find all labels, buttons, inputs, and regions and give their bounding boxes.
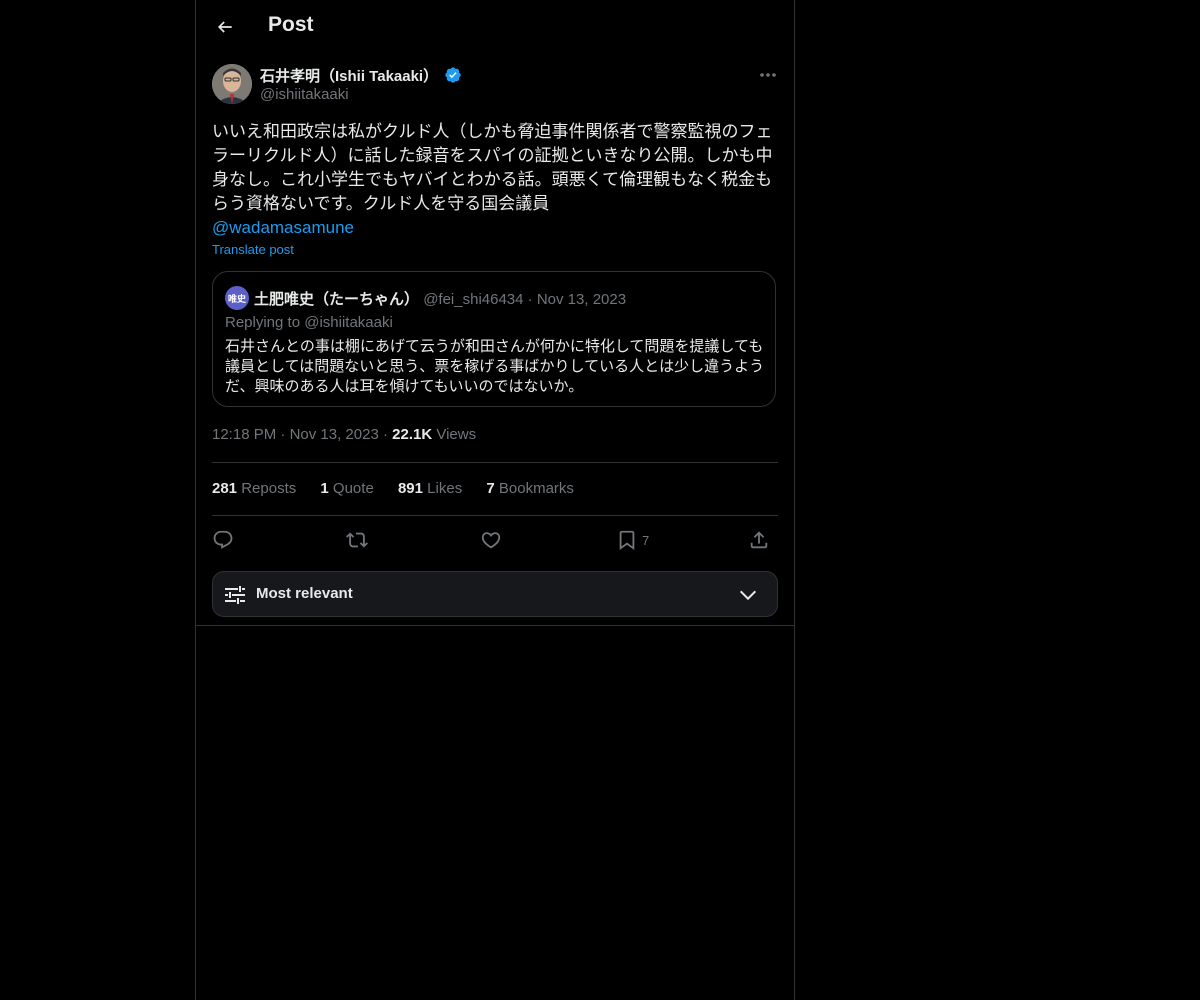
post-date[interactable]: Nov 13, 2023 <box>290 426 379 443</box>
likes-stat[interactable]: 891 Likes <box>398 480 466 497</box>
author-name[interactable]: 石井孝明（Ishii Takaaki） <box>260 65 438 86</box>
post-detail-column: Post 石井孝明（Ishii Takaaki） @ishiitakaaki い… <box>195 0 795 1000</box>
likes-count: 891 <box>397 480 423 497</box>
page-header: Post <box>196 0 794 54</box>
reply-sort-dropdown[interactable]: Most relevant <box>212 571 778 617</box>
bookmarks-count: 7 <box>486 480 495 497</box>
sliders-icon <box>225 586 245 604</box>
bookmarks-stat[interactable]: 7 Bookmarks <box>486 480 574 497</box>
likes-label: Likes <box>427 480 463 497</box>
reposts-stat[interactable]: 281 Reposts <box>212 480 300 497</box>
chevron-down-icon <box>739 590 757 601</box>
bookmarks-label: Bookmarks <box>498 480 574 497</box>
quoted-author-handle: @fei_shi46434 <box>423 291 524 308</box>
arrow-left-icon <box>217 21 232 33</box>
quoted-replying-to: Replying to @ishiitakaaki <box>225 314 393 331</box>
divider <box>212 462 778 463</box>
quoted-author-avatar: 唯史 <box>225 286 249 310</box>
sort-label: Most relevant <box>256 585 353 602</box>
share-button[interactable] <box>748 524 770 556</box>
like-button[interactable] <box>480 524 502 556</box>
quoted-post-text: 石井さんとの事は棚にあげて云うが和田さんが何かに特化して問題を提議しても議員とし… <box>225 338 765 395</box>
translate-post-link[interactable]: Translate post <box>212 242 294 257</box>
meta-separator: · <box>527 291 533 308</box>
back-button[interactable] <box>208 10 242 44</box>
author-avatar[interactable] <box>212 64 252 104</box>
quotes-count: 1 <box>320 480 329 497</box>
reply-button[interactable] <box>212 524 234 556</box>
meta-separator: · <box>382 426 393 443</box>
repost-icon <box>346 532 368 548</box>
avatar-portrait-icon <box>212 64 252 104</box>
page-title: Post <box>268 13 314 36</box>
quoted-post-date: Nov 13, 2023 <box>536 291 627 308</box>
quotes-stat[interactable]: 1 Quote <box>320 480 378 497</box>
engagement-stats: 281 Reposts 1 Quote 891 Likes 7 Bookmark… <box>212 480 594 497</box>
share-icon <box>750 531 768 549</box>
action-bar: 7 <box>212 524 778 556</box>
more-options-button[interactable] <box>754 64 782 86</box>
quoted-post[interactable]: 唯史 土肥唯史（たーちゃん） @fei_shi46434 · Nov 13, 2… <box>212 271 776 407</box>
bookmark-action-count: 7 <box>642 532 650 548</box>
views-label: Views <box>436 426 477 443</box>
bookmark-button[interactable]: 7 <box>616 524 649 556</box>
author-handle[interactable]: @ishiitakaaki <box>260 86 349 103</box>
divider <box>212 515 778 516</box>
reposts-count: 281 <box>212 480 238 497</box>
meta-separator: · <box>280 426 290 443</box>
more-horizontal-icon <box>760 73 776 77</box>
views-count: 22.1K <box>392 426 433 443</box>
quoted-author-name: 土肥唯史（たーちゃん） <box>254 291 420 308</box>
divider <box>196 625 794 626</box>
heart-icon <box>481 532 501 549</box>
post-time[interactable]: 12:18 PM <box>212 426 276 443</box>
repost-button[interactable] <box>346 524 368 556</box>
reposts-label: Reposts <box>241 480 297 497</box>
bookmark-icon <box>619 530 635 551</box>
post-text: いいえ和田政宗は私がクルド人（しかも脅迫事件関係者で警察監視のフェラーリクルド人… <box>212 122 773 213</box>
quoted-post-meta: 土肥唯史（たーちゃん） @fei_shi46434 · Nov 13, 2023 <box>254 288 626 309</box>
post-meta-row: 12:18 PM · Nov 13, 2023 · 22.1K Views <box>212 426 476 443</box>
verified-badge-icon <box>445 67 461 83</box>
quotes-label: Quote <box>332 480 374 497</box>
mention-link[interactable]: @wadamasamune <box>212 216 354 240</box>
reply-icon <box>213 530 233 549</box>
